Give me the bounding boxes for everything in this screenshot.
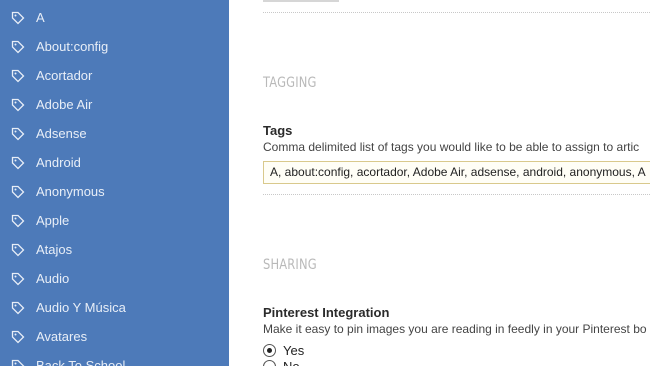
sidebar-item-label: Android [36, 155, 81, 170]
sidebar: A About:config Acortador Adobe Air Adsen… [0, 0, 229, 366]
sidebar-item-adobe-air[interactable]: Adobe Air [0, 90, 229, 119]
sidebar-item-audio-y-musica[interactable]: Audio Y Música [0, 293, 229, 322]
tag-icon [11, 185, 25, 199]
sidebar-item-label: Adobe Air [36, 97, 93, 112]
section-title-tagging: TAGGING [263, 75, 317, 91]
tag-icon [11, 301, 25, 315]
sidebar-item-label: Back To School [36, 358, 126, 366]
sidebar-item-label: Adsense [36, 126, 87, 141]
sidebar-item-android[interactable]: Android [0, 148, 229, 177]
sidebar-item-label: Audio Y Música [36, 300, 126, 315]
sidebar-item-label: Avatares [36, 329, 88, 344]
sidebar-item-label: Apple [36, 213, 70, 228]
section-title-sharing: SHARING [263, 257, 317, 273]
sidebar-item-apple[interactable]: Apple [0, 206, 229, 235]
tags-label: Tags [263, 123, 293, 138]
radio-yes-label: Yes [283, 343, 305, 358]
sidebar-item-avatares[interactable]: Avatares [0, 322, 229, 351]
sidebar-item-label: A [36, 10, 45, 25]
sidebar-item-label: Atajos [36, 242, 73, 257]
sidebar-item-label: Anonymous [36, 184, 105, 199]
pinterest-integration-description: Make it easy to pin images you are readi… [263, 322, 647, 336]
radio-yes[interactable]: Yes [263, 343, 304, 358]
tag-icon [11, 214, 25, 228]
sidebar-item-back-to-school[interactable]: Back To School [0, 351, 229, 366]
sidebar-item-atajos[interactable]: Atajos [0, 235, 229, 264]
tags-input[interactable]: A, about:config, acortador, Adobe Air, a… [263, 161, 650, 184]
tag-icon [11, 40, 25, 54]
tag-icon [11, 272, 25, 286]
sidebar-item-label: Acortador [36, 68, 93, 83]
top-tab-edge [263, 0, 339, 2]
tags-description: Comma delimited list of tags you would l… [263, 140, 640, 154]
settings-panel: TAGGING Tags Comma delimited list of tag… [229, 0, 650, 366]
sidebar-item-anonymous[interactable]: Anonymous [0, 177, 229, 206]
radio-no[interactable]: No [263, 359, 300, 366]
tag-icon [11, 359, 25, 366]
tag-icon [11, 243, 25, 257]
tag-icon [11, 69, 25, 83]
divider [263, 12, 650, 13]
radio-button-checked[interactable] [263, 344, 276, 357]
sidebar-item-a[interactable]: A [0, 3, 229, 32]
radio-no-label: No [283, 359, 300, 366]
sidebar-item-acortador[interactable]: Acortador [0, 61, 229, 90]
sidebar-item-audio[interactable]: Audio [0, 264, 229, 293]
tag-icon [11, 156, 25, 170]
sidebar-item-label: Audio [36, 271, 70, 286]
tag-icon [11, 11, 25, 25]
tags-input-value: A, about:config, acortador, Adobe Air, a… [270, 165, 646, 179]
tag-icon [11, 330, 25, 344]
sidebar-item-label: About:config [36, 39, 109, 54]
tag-icon [11, 127, 25, 141]
divider [263, 194, 650, 195]
sidebar-item-adsense[interactable]: Adsense [0, 119, 229, 148]
pinterest-integration-label: Pinterest Integration [263, 305, 390, 320]
sidebar-item-about-config[interactable]: About:config [0, 32, 229, 61]
tag-icon [11, 98, 25, 112]
radio-button[interactable] [263, 360, 276, 366]
